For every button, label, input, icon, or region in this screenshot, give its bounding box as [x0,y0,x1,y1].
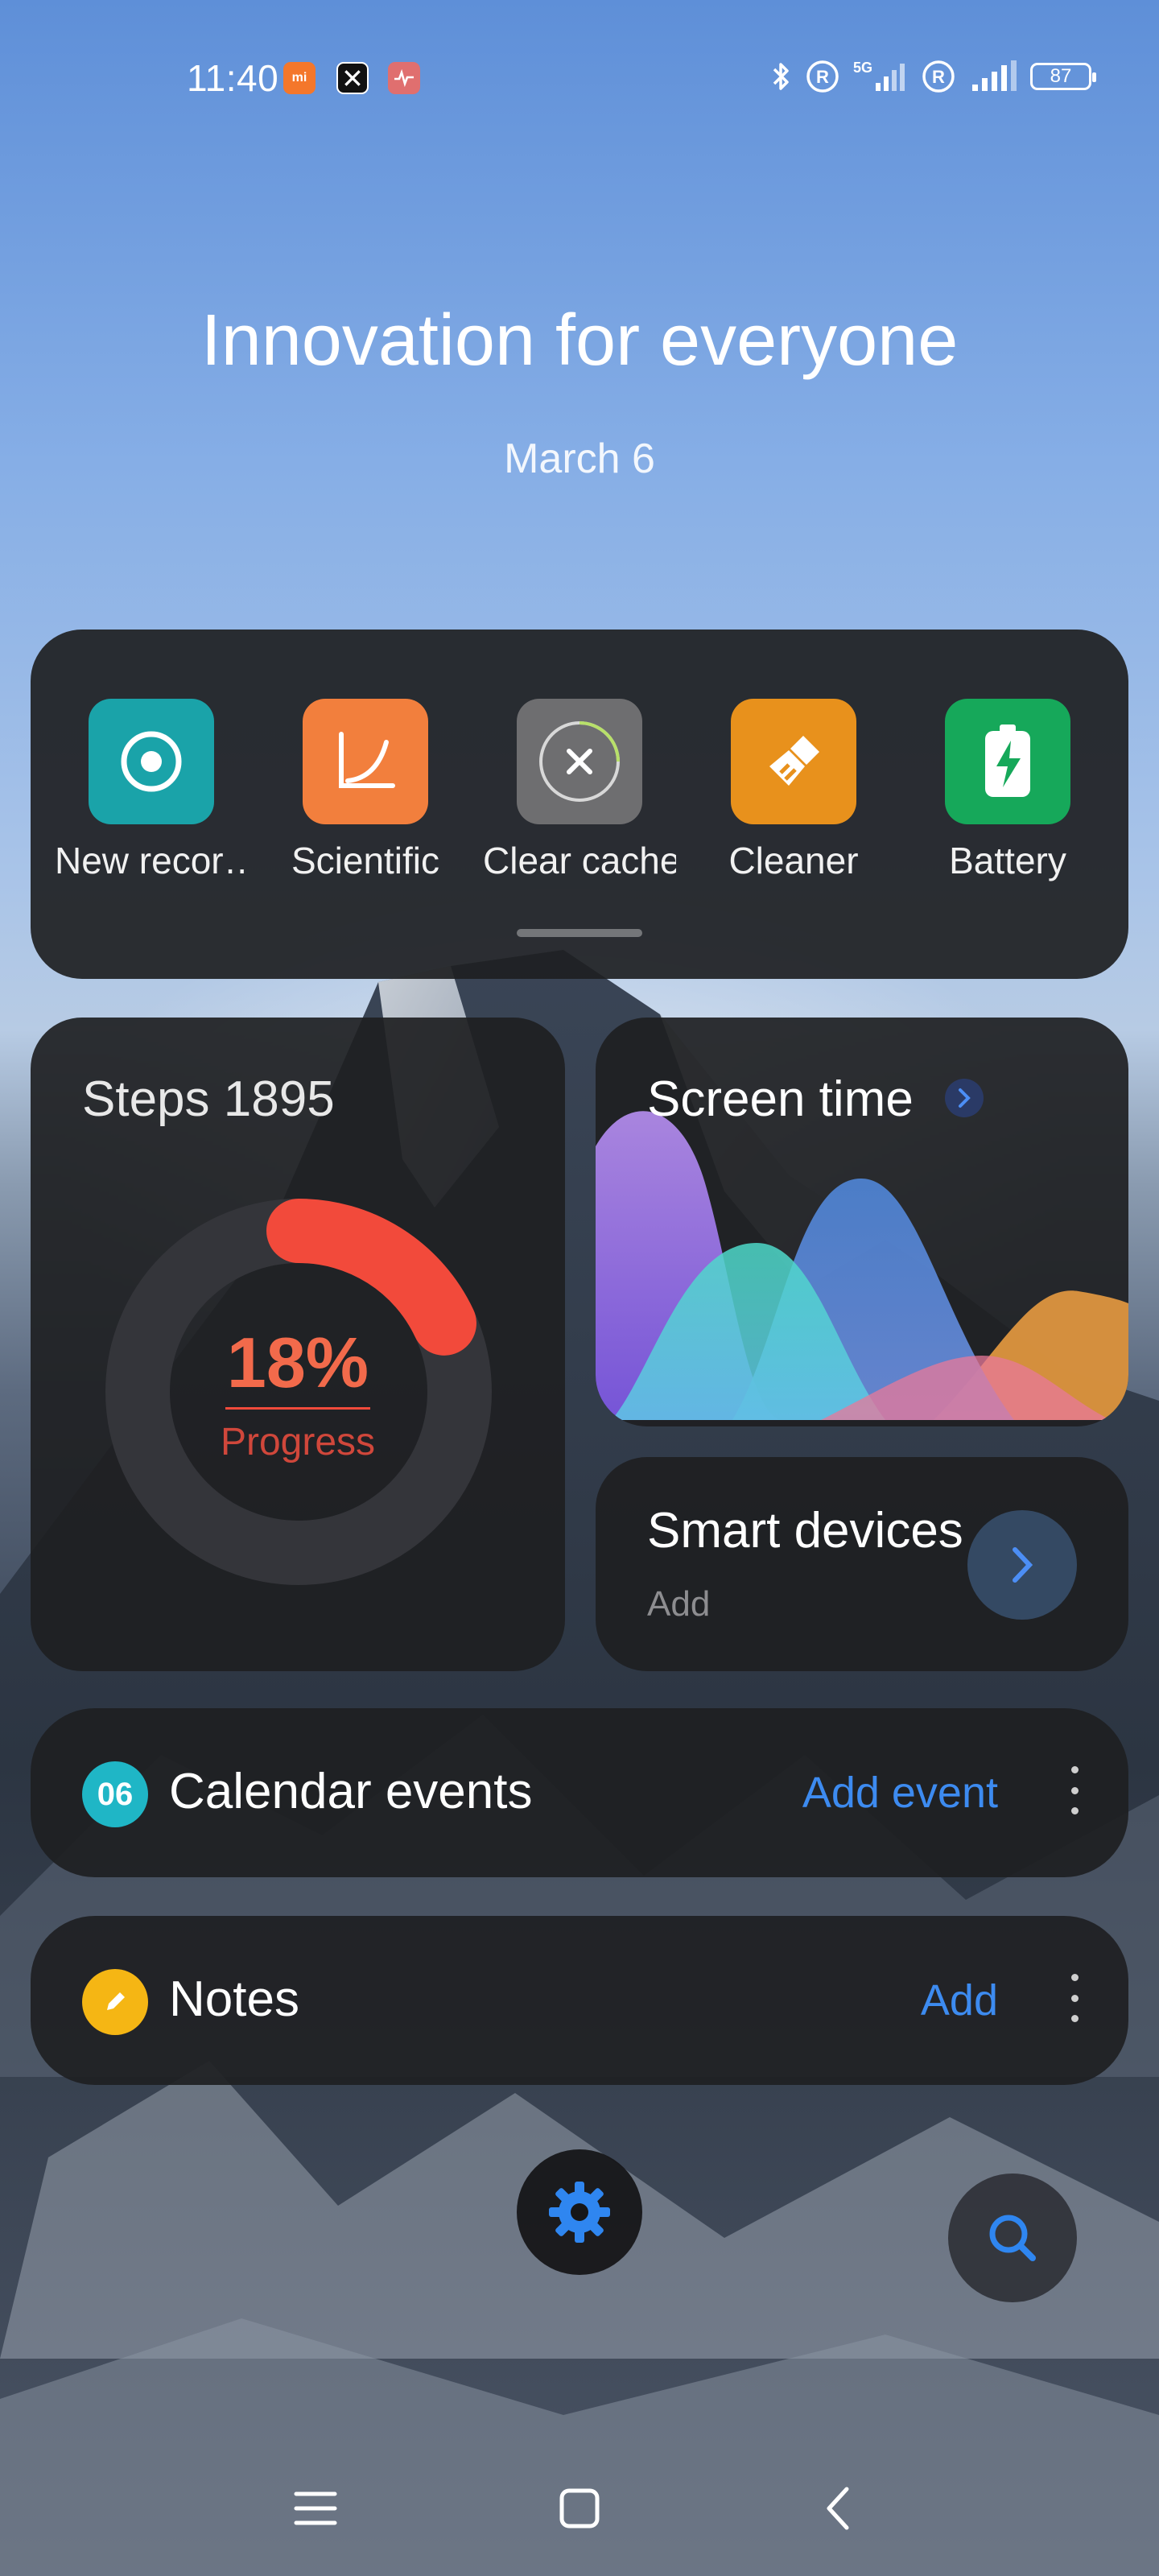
headline: Innovation for everyone [200,300,959,381]
chevron-right-icon[interactable] [945,1079,984,1117]
battery-bolt-icon [945,699,1070,824]
status-icons: R 5G R 87 [771,58,1096,95]
signal-5g-icon: 5G [853,60,908,93]
smart-devices-title: Smart devices [647,1503,963,1558]
search-icon [989,2215,1036,2261]
calendar-badge: 06 [82,1761,148,1827]
drag-handle[interactable] [517,929,642,937]
quick-action-clear-cache[interactable]: Clear cache [483,699,676,882]
more-options-icon[interactable] [1070,1766,1079,1814]
quick-action-new-recording[interactable]: New recor… [55,699,248,882]
notes-widget[interactable]: Notes Add [31,1916,1128,2085]
smart-devices-widget[interactable]: Smart devices Add [596,1457,1128,1671]
quick-action-label: Clear cache [483,840,676,881]
tools-icon [336,62,369,94]
add-event-button[interactable]: Add event [802,1768,998,1818]
back-icon[interactable] [821,2484,856,2533]
quick-action-label: New recor… [55,840,248,881]
battery-icon: 87 [1030,63,1096,90]
quick-action-label: Cleaner [728,840,859,881]
quick-action-cleaner[interactable]: Cleaner [697,699,890,882]
progress-arc [266,1199,476,1356]
quick-actions-card: New recor… Scientific Clear cache Cleane… [31,630,1128,979]
add-note-button[interactable]: Add [921,1975,998,2025]
battery-level: 87 [1050,65,1072,87]
graph-curve-icon [303,699,428,824]
chevron-right-icon [1013,1547,1033,1583]
status-time: 11:40 [187,57,279,99]
signal-icon [972,60,1017,91]
roaming-icon: R [922,60,955,93]
steps-percent: 18% [226,1323,369,1402]
quick-action-battery[interactable]: Battery [911,699,1104,882]
record-icon [89,699,214,824]
notes-title: Notes [169,1971,299,2027]
roaming-icon: R [806,60,839,93]
gear-icon [549,2182,610,2243]
search-button[interactable] [948,2174,1077,2302]
menu-icon[interactable] [293,2487,338,2529]
broom-icon [731,699,856,824]
bluetooth-icon [773,63,789,90]
home-icon[interactable] [557,2486,602,2531]
quick-action-scientific[interactable]: Scientific [269,699,462,882]
steps-title: Steps 1895 [82,1071,335,1127]
svg-text:R: R [816,67,829,87]
divider [225,1407,370,1410]
quick-action-label: Scientific [291,840,440,881]
smart-devices-add-button[interactable] [967,1510,1077,1620]
screen-time-title: Screen time [647,1071,984,1128]
more-options-icon[interactable] [1070,1974,1079,2022]
svg-text:R: R [932,67,945,87]
date-label: March 6 [504,436,655,482]
screen-time-widget[interactable]: Screen time [596,1018,1128,1426]
quick-action-label: Battery [949,840,1066,881]
pencil-icon [82,1969,148,2035]
progress-label: Progress [220,1421,376,1463]
close-icon [517,699,642,824]
calendar-events-title: Calendar events [169,1764,533,1819]
steps-widget[interactable]: Steps 1895 18% Progress [31,1018,565,1671]
calendar-events-widget[interactable]: 06 Calendar events Add event [31,1708,1128,1877]
mi-icon: mi [283,62,316,94]
health-icon [388,62,420,94]
smart-devices-subtitle: Add [647,1584,711,1624]
settings-button[interactable] [517,2149,642,2275]
screen-time-title-text: Screen time [647,1071,914,1127]
